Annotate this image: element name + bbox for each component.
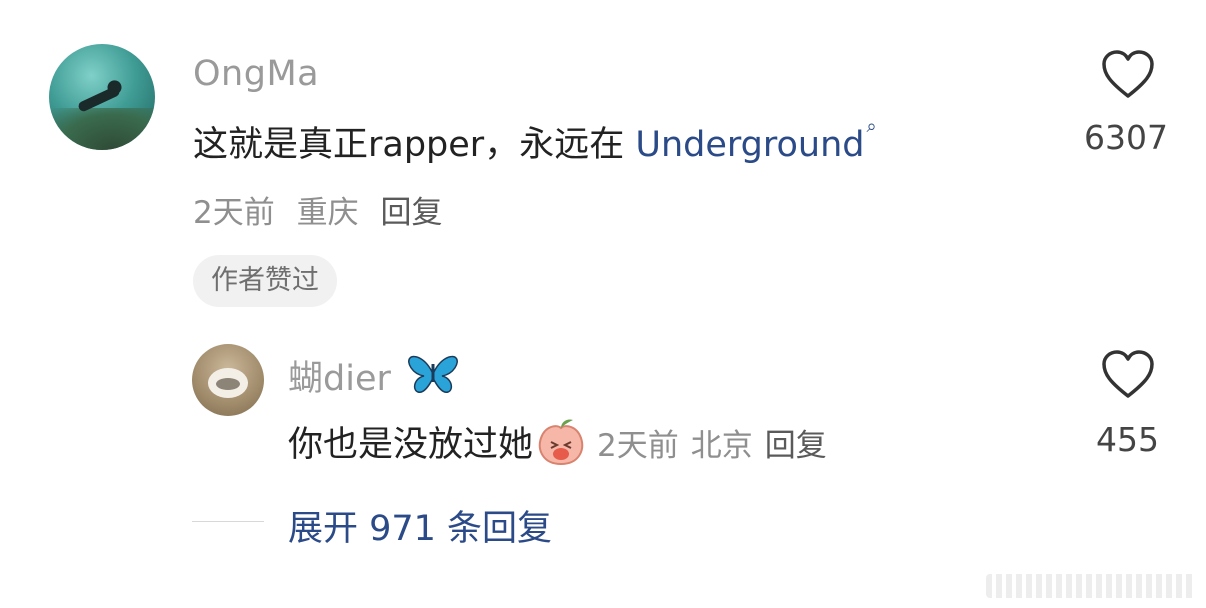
heart-outline-icon[interactable]: [1100, 50, 1156, 100]
reply-time: 2天前: [597, 428, 679, 464]
laughing-peach-sticker: [538, 419, 584, 466]
cat-face: [208, 368, 248, 398]
underground-link[interactable]: Underground ⌕: [635, 116, 876, 165]
comment-meta: 2天前 重庆 回复: [193, 187, 454, 232]
reply-text: 你也是没放过她: [288, 425, 534, 465]
like-count: 6307: [1084, 118, 1168, 157]
search-icon: ⌕: [866, 116, 877, 137]
author-liked-badge: 作者赞过: [193, 255, 337, 307]
reply-reply-button[interactable]: 回复: [765, 428, 827, 464]
comment-text-prefix: 这就是真正rapper，永远在: [193, 125, 636, 165]
avatar[interactable]: [49, 44, 155, 150]
comment-username[interactable]: OngMa: [193, 54, 319, 94]
comment-text: 这就是真正rapper，永远在 Underground ⌕: [193, 116, 877, 167]
reply-like-count: 455: [1096, 420, 1159, 459]
butterfly-icon: [408, 355, 458, 393]
comment-time: 2天前: [193, 195, 275, 231]
reply-meta: 2天前 北京 回复: [597, 428, 839, 464]
reply-username[interactable]: 蝴dier: [288, 350, 460, 401]
reply-avatar[interactable]: [192, 344, 264, 416]
heart-outline-icon[interactable]: [1100, 350, 1156, 400]
comment-location: 重庆: [296, 195, 359, 231]
reply-button[interactable]: 回复: [380, 195, 442, 231]
expand-replies-button[interactable]: 展开 971 条回复: [288, 500, 552, 551]
watermark: [986, 574, 1196, 598]
reply-location: 北京: [690, 428, 753, 464]
reply-line: 你也是没放过她 2天前 北京 回复: [288, 416, 839, 467]
avatar-background: [49, 107, 155, 150]
expand-divider: [192, 521, 264, 522]
